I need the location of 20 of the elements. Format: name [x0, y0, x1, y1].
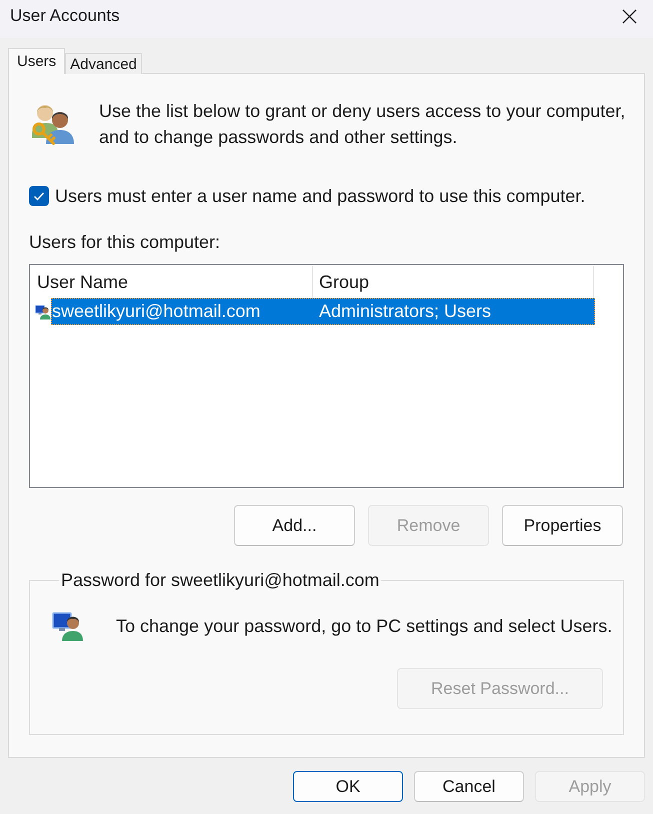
cancel-button[interactable]: Cancel [414, 771, 524, 802]
window-title: User Accounts [10, 6, 121, 26]
user-computer-icon [52, 610, 84, 642]
close-icon [622, 8, 637, 24]
tab[interactable]: Users [8, 48, 66, 74]
ok-button[interactable]: OK [293, 771, 403, 802]
add-button[interactable]: Add... [234, 505, 355, 546]
password-hint-text: To change your password, go to PC settings and select Users. [116, 615, 612, 637]
close-button[interactable] [622, 8, 637, 24]
checkbox-label: Users must enter a user name and password to use this computer. [55, 185, 586, 207]
checkbox[interactable] [29, 186, 49, 206]
properties-button[interactable]: Properties [502, 505, 623, 546]
group-title: Password for sweetlikyuri@hotmail.com [60, 569, 380, 591]
tab[interactable]: Advanced [65, 53, 142, 74]
user-computer-icon [35, 304, 51, 320]
table-cell-text: Administrators; Users [318, 301, 492, 322]
list-label: Users for this computer: [29, 231, 220, 253]
instructions-text: Use the list below to grant or deny users access to your computer, and to change passwords and other settings. [99, 100, 626, 149]
list-row[interactable]: sweetlikyuri@hotmail.com Administrators; Users [51, 298, 595, 325]
table-cell-text: sweetlikyuri@hotmail.com [51, 301, 262, 322]
